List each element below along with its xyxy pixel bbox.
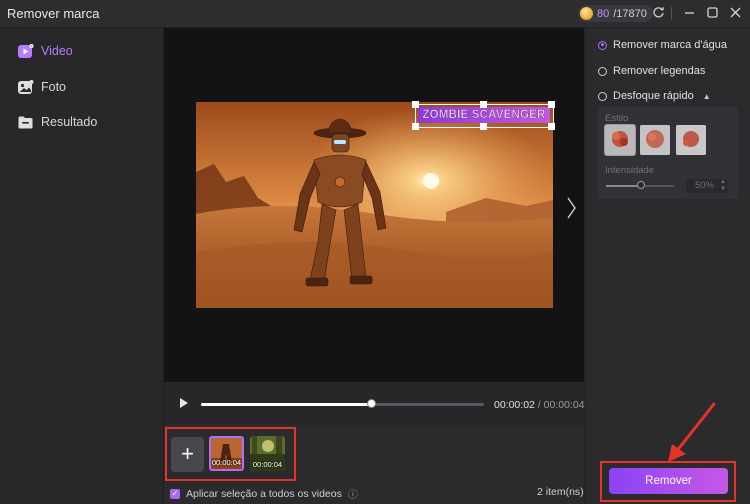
- resize-handle[interactable]: [412, 101, 419, 108]
- refresh-icon[interactable]: [651, 6, 665, 20]
- resize-handle[interactable]: [480, 123, 487, 130]
- apply-to-all-checkbox-row[interactable]: ✓ Aplicar seleção a todos os videos ⓘ: [170, 486, 358, 501]
- radio-icon[interactable]: [598, 66, 607, 76]
- resize-handle[interactable]: [548, 101, 555, 108]
- chevron-up-icon[interactable]: ▲: [703, 92, 711, 101]
- current-time: 00:00:02: [494, 399, 535, 411]
- intensity-slider-knob[interactable]: [637, 181, 645, 189]
- option-remove-subtitles[interactable]: Remover legendas: [598, 65, 705, 77]
- video-icon: [17, 43, 34, 60]
- option-label: Desfoque rápido: [613, 90, 694, 102]
- video-thumbnail[interactable]: 00:00:04: [209, 436, 244, 471]
- folder-icon: [17, 114, 34, 131]
- option-label: Remover legendas: [613, 65, 706, 77]
- apply-to-all-label: Aplicar seleção a todos os videos: [186, 487, 342, 500]
- window-title: Remover marca: [7, 6, 100, 21]
- credits-used: 80: [597, 7, 610, 20]
- maximize-icon[interactable]: [705, 6, 719, 20]
- timeline-knob[interactable]: [366, 399, 376, 408]
- blur-style-option[interactable]: [640, 125, 670, 155]
- annotation-arrow: [668, 402, 716, 462]
- time-separator: /: [537, 399, 541, 411]
- checkbox-checked-icon[interactable]: ✓: [170, 488, 180, 499]
- thumbnail-duration: 00:00:04: [211, 458, 242, 467]
- photo-icon: [17, 79, 34, 96]
- next-arrow-icon[interactable]: [565, 196, 577, 219]
- play-icon[interactable]: [180, 398, 188, 408]
- resize-handle[interactable]: [480, 101, 487, 108]
- style-label: Estilo: [605, 113, 629, 124]
- remove-button[interactable]: Remover: [609, 468, 728, 494]
- thumbnail-duration: 00:00:04: [252, 460, 283, 469]
- sidebar-item-label: Resultado: [41, 115, 98, 129]
- titlebar-divider: [671, 7, 672, 20]
- minimize-icon[interactable]: [682, 6, 696, 20]
- item-count: 2 item(ns): [537, 486, 584, 498]
- sidebar-item-label: Foto: [41, 80, 67, 94]
- intensity-slider[interactable]: [606, 181, 674, 189]
- video-thumbnail[interactable]: 00:00:04: [250, 436, 285, 471]
- option-quick-blur[interactable]: Desfoque rápido ▲: [598, 90, 711, 102]
- plus-icon: +: [181, 441, 194, 466]
- sidebar-item-label: Video: [41, 44, 73, 58]
- info-icon[interactable]: ⓘ: [348, 486, 358, 501]
- add-file-button[interactable]: +: [171, 437, 204, 472]
- sidebar-item-resultado[interactable]: Resultado: [17, 111, 97, 133]
- intensity-label: Intensidade: [605, 165, 655, 176]
- timeline-progress: [201, 403, 371, 406]
- blur-style-option[interactable]: [676, 125, 706, 155]
- close-icon[interactable]: [728, 6, 742, 20]
- radio-selected-icon[interactable]: [598, 40, 607, 50]
- sidebar: [0, 28, 164, 504]
- total-duration: 00:00:04: [543, 399, 585, 411]
- stepper-arrows-icon[interactable]: ▲ ▼: [720, 179, 726, 193]
- blur-style-option[interactable]: [604, 124, 636, 156]
- option-remove-watermark[interactable]: Remover marca d'água: [598, 39, 727, 51]
- credits-badge[interactable]: 80/17870: [578, 5, 653, 22]
- title-bar: Remover marca 80/17870: [0, 0, 750, 28]
- video-frame[interactable]: [196, 102, 553, 308]
- coin-icon: [580, 7, 593, 20]
- time-display: 00:00:02 / 00:00:04: [494, 399, 585, 411]
- radio-icon[interactable]: [598, 91, 607, 101]
- resize-handle[interactable]: [548, 123, 555, 130]
- sidebar-item-video[interactable]: Video: [17, 40, 73, 62]
- timeline-slider[interactable]: [201, 399, 484, 408]
- intensity-slider-fill: [606, 185, 640, 187]
- credits-total: /17870: [613, 7, 647, 20]
- resize-handle[interactable]: [412, 123, 419, 130]
- option-label: Remover marca d'água: [613, 39, 727, 51]
- sidebar-item-foto[interactable]: Foto: [17, 76, 66, 98]
